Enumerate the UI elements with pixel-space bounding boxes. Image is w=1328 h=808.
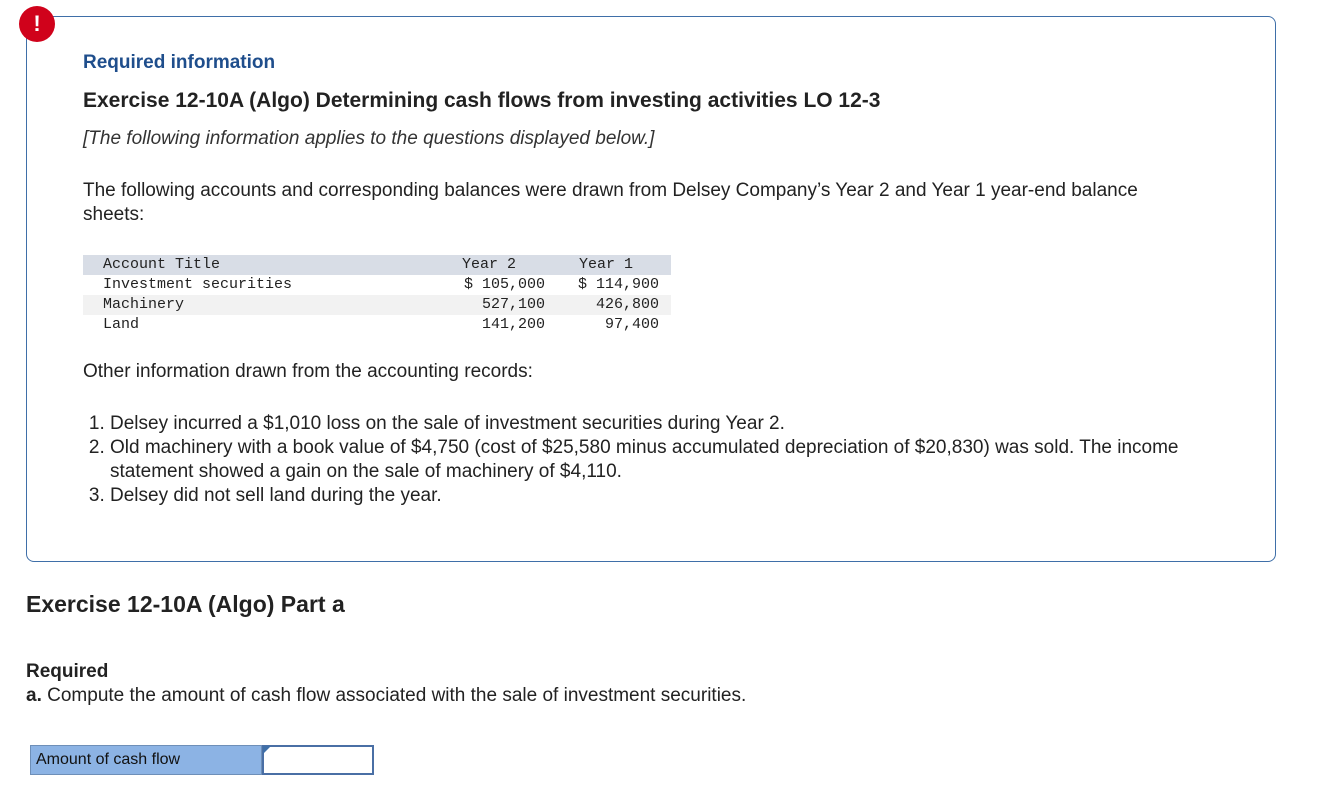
table-header-row: Account Title Year 2 Year 1: [83, 255, 671, 275]
required-question: a. Compute the amount of cash flow assoc…: [26, 685, 746, 707]
part-title: Exercise 12-10A (Algo) Part a: [26, 591, 345, 617]
answer-label: Amount of cash flow: [30, 745, 262, 775]
required-letter: a.: [26, 685, 42, 706]
header-account-title: Account Title: [103, 256, 221, 273]
account-title-cell: Machinery: [103, 296, 185, 313]
list-item: Old machinery with a book value of $4,75…: [110, 436, 1250, 484]
year-1-cell: $ 114,900: [577, 276, 659, 293]
header-year-1: Year 1: [578, 256, 633, 273]
year-2-cell: $ 105,000: [463, 276, 545, 293]
table-row: Land 141,200 97,400: [83, 315, 671, 335]
year-1-cell: 97,400: [604, 316, 659, 333]
intro-text: The following accounts and corresponding…: [83, 180, 1138, 225]
account-title-cell: Investment securities: [103, 276, 293, 293]
answer-row: Amount of cash flow: [30, 745, 374, 775]
balance-table: Account Title Year 2 Year 1 Investment s…: [83, 255, 671, 335]
alert-icon: !: [19, 6, 55, 42]
table-row: Investment securities $ 105,000 $ 114,90…: [83, 275, 671, 295]
account-title-cell: Land: [103, 316, 140, 333]
answer-input-box[interactable]: [262, 745, 374, 775]
exercise-title: Exercise 12-10A (Algo) Determining cash …: [83, 89, 881, 112]
required-information-heading: Required information: [83, 52, 276, 73]
cash-flow-input[interactable]: [264, 747, 372, 773]
other-info-text: Other information drawn from the account…: [83, 361, 533, 382]
info-list: Delsey incurred a $1,010 loss on the sal…: [83, 412, 1250, 508]
year-1-cell: 426,800: [595, 296, 659, 313]
table-row: Machinery 527,100 426,800: [83, 295, 671, 315]
list-item: Delsey did not sell land during the year…: [110, 484, 1250, 508]
required-label: Required: [26, 661, 109, 682]
header-year-2: Year 2: [461, 256, 516, 273]
list-item: Delsey incurred a $1,010 loss on the sal…: [110, 412, 1250, 436]
required-question-text: Compute the amount of cash flow associat…: [47, 685, 747, 706]
year-2-cell: 141,200: [481, 316, 545, 333]
applies-note: [The following information applies to th…: [83, 128, 655, 149]
input-corner-marker: [263, 746, 271, 754]
year-2-cell: 527,100: [481, 296, 545, 313]
